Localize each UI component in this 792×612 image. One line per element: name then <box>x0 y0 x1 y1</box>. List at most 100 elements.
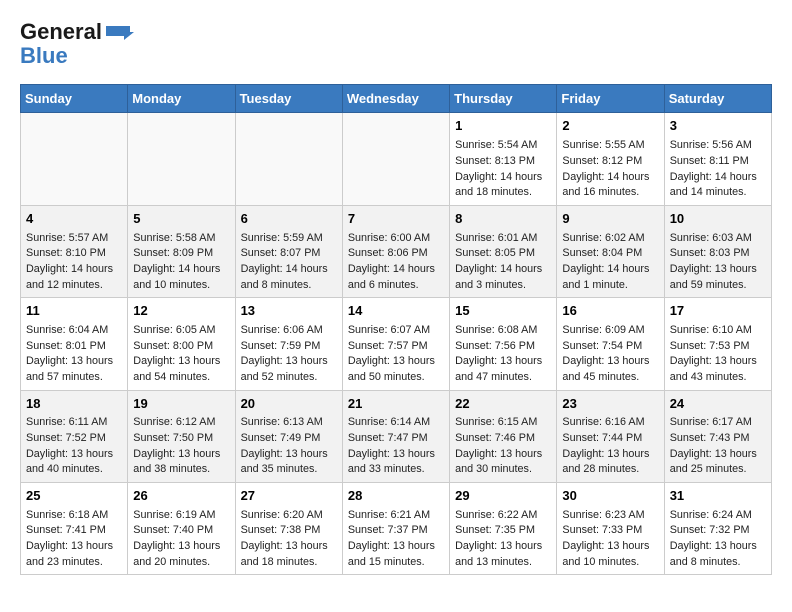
calendar-cell: 31 Sunrise: 6:24 AM Sunset: 7:32 PM Dayli… <box>664 483 771 575</box>
day-number: 24 <box>670 395 766 414</box>
calendar-cell: 24Sunrise: 6:17 AM Sunset: 7:43 PM Dayli… <box>664 390 771 482</box>
day-number: 8 <box>455 210 551 229</box>
day-info: Sunrise: 6:19 AM Sunset: 7:40 PM Dayligh… <box>133 508 229 571</box>
day-number: 2 <box>562 117 658 136</box>
calendar-cell <box>342 113 449 205</box>
calendar-cell <box>235 113 342 205</box>
week-row-2: 4 Sunrise: 5:57 AM Sunset: 8:10 PM Daylig… <box>21 205 772 297</box>
calendar-cell: 20Sunrise: 6:13 AM Sunset: 7:49 PM Dayli… <box>235 390 342 482</box>
day-info: Sunrise: 6:03 AM Sunset: 8:03 PM Dayligh… <box>670 231 766 294</box>
day-info: Sunrise: 6:21 AM Sunset: 7:37 PM Dayligh… <box>348 508 444 571</box>
header-day-friday: Friday <box>557 85 664 113</box>
day-number: 16 <box>562 302 658 321</box>
calendar-cell: 16Sunrise: 6:09 AM Sunset: 7:54 PM Dayli… <box>557 298 664 390</box>
day-number: 17 <box>670 302 766 321</box>
calendar-cell: 12Sunrise: 6:05 AM Sunset: 8:00 PM Dayli… <box>128 298 235 390</box>
calendar-cell: 23Sunrise: 6:16 AM Sunset: 7:44 PM Dayli… <box>557 390 664 482</box>
day-info: Sunrise: 6:15 AM Sunset: 7:46 PM Dayligh… <box>455 415 551 478</box>
day-info: Sunrise: 6:23 AM Sunset: 7:33 PM Dayligh… <box>562 508 658 571</box>
day-number: 31 <box>670 487 766 506</box>
day-info: Sunrise: 6:11 AM Sunset: 7:52 PM Dayligh… <box>26 415 122 478</box>
day-info: Sunrise: 6:08 AM Sunset: 7:56 PM Dayligh… <box>455 323 551 386</box>
header-day-monday: Monday <box>128 85 235 113</box>
day-number: 25 <box>26 487 122 506</box>
day-info: Sunrise: 6:05 AM Sunset: 8:00 PM Dayligh… <box>133 323 229 386</box>
day-number: 13 <box>241 302 337 321</box>
day-info: Sunrise: 6:02 AM Sunset: 8:04 PM Dayligh… <box>562 231 658 294</box>
day-info: Sunrise: 6:06 AM Sunset: 7:59 PM Dayligh… <box>241 323 337 386</box>
day-info: Sunrise: 6:13 AM Sunset: 7:49 PM Dayligh… <box>241 415 337 478</box>
day-info: Sunrise: 6:20 AM Sunset: 7:38 PM Dayligh… <box>241 508 337 571</box>
day-info: Sunrise: 5:55 AM Sunset: 8:12 PM Dayligh… <box>562 138 658 201</box>
day-info: Sunrise: 6:24 AM Sunset: 7:32 PM Dayligh… <box>670 508 766 571</box>
day-number: 19 <box>133 395 229 414</box>
day-info: Sunrise: 6:01 AM Sunset: 8:05 PM Dayligh… <box>455 231 551 294</box>
calendar-cell: 15 Sunrise: 6:08 AM Sunset: 7:56 PM Dayli… <box>450 298 557 390</box>
day-number: 4 <box>26 210 122 229</box>
calendar-table: SundayMondayTuesdayWednesdayThursdayFrid… <box>20 84 772 575</box>
calendar-cell: 11 Sunrise: 6:04 AM Sunset: 8:01 PM Dayli… <box>21 298 128 390</box>
calendar-cell: 2 Sunrise: 5:55 AM Sunset: 8:12 PM Daylig… <box>557 113 664 205</box>
calendar-cell: 28 Sunrise: 6:21 AM Sunset: 7:37 PM Dayli… <box>342 483 449 575</box>
week-row-4: 18Sunrise: 6:11 AM Sunset: 7:52 PM Dayli… <box>21 390 772 482</box>
day-number: 9 <box>562 210 658 229</box>
day-info: Sunrise: 6:07 AM Sunset: 7:57 PM Dayligh… <box>348 323 444 386</box>
day-info: Sunrise: 6:00 AM Sunset: 8:06 PM Dayligh… <box>348 231 444 294</box>
day-number: 23 <box>562 395 658 414</box>
day-number: 21 <box>348 395 444 414</box>
header-day-saturday: Saturday <box>664 85 771 113</box>
logo-blue-text: Blue <box>20 44 68 68</box>
day-info: Sunrise: 6:10 AM Sunset: 7:53 PM Dayligh… <box>670 323 766 386</box>
day-number: 15 <box>455 302 551 321</box>
day-number: 6 <box>241 210 337 229</box>
header-day-tuesday: Tuesday <box>235 85 342 113</box>
calendar-cell: 29 Sunrise: 6:22 AM Sunset: 7:35 PM Dayli… <box>450 483 557 575</box>
day-number: 3 <box>670 117 766 136</box>
calendar-cell: 6Sunrise: 5:59 AM Sunset: 8:07 PM Daylig… <box>235 205 342 297</box>
header-day-sunday: Sunday <box>21 85 128 113</box>
week-row-1: 1 Sunrise: 5:54 AM Sunset: 8:13 PM Daylig… <box>21 113 772 205</box>
week-row-5: 25 Sunrise: 6:18 AM Sunset: 7:41 PM Dayli… <box>21 483 772 575</box>
calendar-cell: 3 Sunrise: 5:56 AM Sunset: 8:11 PM Daylig… <box>664 113 771 205</box>
day-number: 5 <box>133 210 229 229</box>
day-number: 14 <box>348 302 444 321</box>
day-info: Sunrise: 5:56 AM Sunset: 8:11 PM Dayligh… <box>670 138 766 201</box>
calendar-cell <box>128 113 235 205</box>
day-info: Sunrise: 5:57 AM Sunset: 8:10 PM Dayligh… <box>26 231 122 294</box>
calendar-cell: 17 Sunrise: 6:10 AM Sunset: 7:53 PM Dayli… <box>664 298 771 390</box>
calendar-cell: 8 Sunrise: 6:01 AM Sunset: 8:05 PM Daylig… <box>450 205 557 297</box>
page-header: General Blue <box>20 20 772 68</box>
day-number: 18 <box>26 395 122 414</box>
calendar-cell: 14 Sunrise: 6:07 AM Sunset: 7:57 PM Dayli… <box>342 298 449 390</box>
calendar-cell: 26Sunrise: 6:19 AM Sunset: 7:40 PM Dayli… <box>128 483 235 575</box>
calendar-cell: 7Sunrise: 6:00 AM Sunset: 8:06 PM Daylig… <box>342 205 449 297</box>
day-number: 30 <box>562 487 658 506</box>
day-number: 10 <box>670 210 766 229</box>
calendar-cell: 5Sunrise: 5:58 AM Sunset: 8:09 PM Daylig… <box>128 205 235 297</box>
calendar-cell: 13 Sunrise: 6:06 AM Sunset: 7:59 PM Dayli… <box>235 298 342 390</box>
day-number: 27 <box>241 487 337 506</box>
week-row-3: 11 Sunrise: 6:04 AM Sunset: 8:01 PM Dayli… <box>21 298 772 390</box>
calendar-cell: 19Sunrise: 6:12 AM Sunset: 7:50 PM Dayli… <box>128 390 235 482</box>
header-day-wednesday: Wednesday <box>342 85 449 113</box>
day-info: Sunrise: 5:54 AM Sunset: 8:13 PM Dayligh… <box>455 138 551 201</box>
calendar-cell: 22Sunrise: 6:15 AM Sunset: 7:46 PM Dayli… <box>450 390 557 482</box>
calendar-cell: 1 Sunrise: 5:54 AM Sunset: 8:13 PM Daylig… <box>450 113 557 205</box>
day-info: Sunrise: 6:22 AM Sunset: 7:35 PM Dayligh… <box>455 508 551 571</box>
logo-text: General <box>20 20 102 44</box>
header-day-thursday: Thursday <box>450 85 557 113</box>
day-info: Sunrise: 6:16 AM Sunset: 7:44 PM Dayligh… <box>562 415 658 478</box>
calendar-cell: 10 Sunrise: 6:03 AM Sunset: 8:03 PM Dayli… <box>664 205 771 297</box>
day-info: Sunrise: 6:18 AM Sunset: 7:41 PM Dayligh… <box>26 508 122 571</box>
day-number: 28 <box>348 487 444 506</box>
day-info: Sunrise: 6:14 AM Sunset: 7:47 PM Dayligh… <box>348 415 444 478</box>
day-number: 29 <box>455 487 551 506</box>
calendar-cell: 30 Sunrise: 6:23 AM Sunset: 7:33 PM Dayli… <box>557 483 664 575</box>
day-number: 1 <box>455 117 551 136</box>
calendar-cell: 18Sunrise: 6:11 AM Sunset: 7:52 PM Dayli… <box>21 390 128 482</box>
day-number: 20 <box>241 395 337 414</box>
day-number: 11 <box>26 302 122 321</box>
calendar-cell: 27 Sunrise: 6:20 AM Sunset: 7:38 PM Dayli… <box>235 483 342 575</box>
calendar-cell: 9 Sunrise: 6:02 AM Sunset: 8:04 PM Daylig… <box>557 205 664 297</box>
day-info: Sunrise: 6:04 AM Sunset: 8:01 PM Dayligh… <box>26 323 122 386</box>
